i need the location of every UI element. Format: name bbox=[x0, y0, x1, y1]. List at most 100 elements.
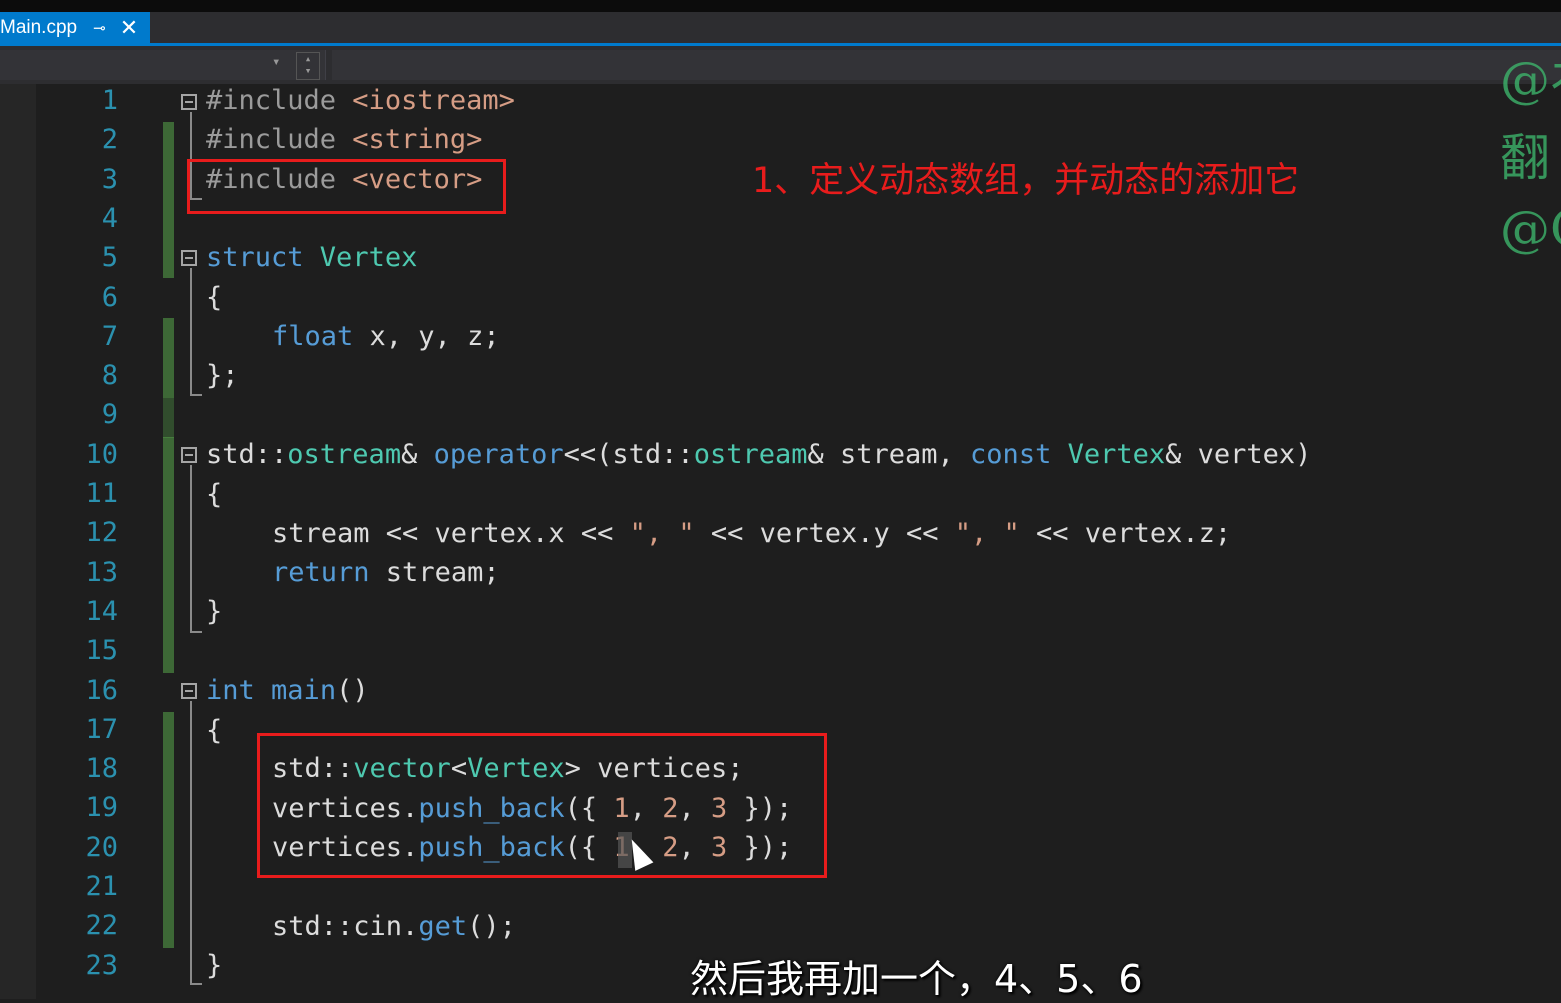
code-line-7[interactable]: float x, y, z; bbox=[272, 322, 500, 352]
video-subtitle: 然后我再加一个，4、5、6 bbox=[690, 957, 1143, 1001]
navigation-bar: ▾ ▴ ▾ bbox=[0, 46, 1561, 84]
param: & vertex) bbox=[1165, 439, 1312, 470]
expr: stream << vertex.x << bbox=[272, 518, 630, 549]
line-number: 22 bbox=[85, 910, 118, 942]
expr: << vertex.z; bbox=[1019, 518, 1232, 549]
highlight-box-include bbox=[187, 159, 506, 214]
line-number: 1 bbox=[101, 85, 118, 116]
code-line-16[interactable]: int main() bbox=[206, 676, 369, 706]
include-path: <string> bbox=[336, 124, 483, 155]
spin-button[interactable]: ▴ ▾ bbox=[296, 52, 320, 80]
code-line-12[interactable]: stream << vertex.x << ", " << vertex.y <… bbox=[272, 519, 1231, 549]
namespace: std:: bbox=[206, 439, 288, 470]
keyword: return bbox=[272, 557, 370, 588]
title-strip bbox=[0, 0, 1561, 12]
code-line-8[interactable]: }; bbox=[206, 361, 239, 391]
namespace: std::cin. bbox=[272, 911, 419, 942]
line-number: 18 bbox=[85, 753, 118, 785]
type-name: Vertex bbox=[303, 242, 418, 273]
punct: () bbox=[336, 675, 369, 706]
code-line-6[interactable]: { bbox=[206, 283, 222, 313]
code-line-2[interactable]: #include <string> bbox=[206, 125, 482, 155]
param: & stream, bbox=[807, 439, 971, 470]
code-line-22[interactable]: std::cin.get(); bbox=[272, 912, 516, 942]
brace: { bbox=[206, 479, 223, 510]
fold-guide bbox=[190, 701, 192, 985]
fold-toggle-icon[interactable] bbox=[181, 683, 197, 699]
line-number: 6 bbox=[101, 281, 118, 313]
brace: } bbox=[206, 950, 223, 981]
string-literal: ", " bbox=[629, 518, 695, 549]
brace: }; bbox=[206, 360, 239, 391]
line-number: 11 bbox=[85, 478, 118, 509]
fold-guide-end bbox=[190, 394, 202, 396]
directive: #include bbox=[206, 124, 337, 155]
type-name: ostream bbox=[287, 439, 402, 470]
highlight-box-vector bbox=[257, 733, 827, 878]
line-number: 2 bbox=[101, 124, 118, 156]
keyword: operator bbox=[433, 439, 564, 470]
margin-gutter bbox=[0, 84, 36, 999]
brace: } bbox=[206, 596, 223, 627]
members: x, y, z; bbox=[353, 321, 500, 352]
type-name: ostream bbox=[693, 439, 808, 470]
expr: << vertex.y << bbox=[694, 518, 955, 549]
line-number: 4 bbox=[101, 202, 118, 234]
line-number: 14 bbox=[85, 595, 118, 627]
line-number: 10 bbox=[85, 438, 118, 470]
fold-guide bbox=[190, 268, 192, 396]
change-marker bbox=[163, 712, 174, 948]
watermark-text: @C bbox=[1500, 200, 1561, 258]
code-line-14[interactable]: } bbox=[206, 597, 222, 627]
punct: (); bbox=[467, 911, 516, 942]
fold-toggle-icon[interactable] bbox=[181, 250, 197, 266]
watermark-text: @衤 bbox=[1500, 51, 1561, 109]
line-number: 9 bbox=[101, 399, 118, 431]
scope-dropdown[interactable]: ▾ ▴ ▾ bbox=[0, 50, 326, 80]
change-marker bbox=[163, 398, 174, 438]
brace: { bbox=[206, 282, 223, 313]
tab-bar: Main.cpp ⊸ ✕ bbox=[0, 12, 1561, 46]
line-number: 16 bbox=[85, 674, 118, 706]
code-line-17[interactable]: { bbox=[206, 716, 222, 746]
pin-icon[interactable]: ⊸ bbox=[93, 19, 106, 37]
code-line-13[interactable]: return stream; bbox=[272, 558, 500, 588]
line-number: 8 bbox=[101, 360, 118, 392]
fold-toggle-icon[interactable] bbox=[181, 94, 197, 110]
method-name: get bbox=[418, 911, 468, 942]
line-number: 7 bbox=[101, 320, 118, 352]
code-line-23[interactable]: } bbox=[206, 951, 222, 981]
change-marker bbox=[163, 122, 174, 278]
include-path: <iostream> bbox=[336, 85, 515, 116]
line-number: 12 bbox=[85, 517, 118, 549]
line-number: 20 bbox=[85, 831, 118, 863]
code-line-5[interactable]: struct Vertex bbox=[206, 243, 417, 273]
watermark-text: 翻 bbox=[1500, 129, 1550, 187]
member-dropdown[interactable] bbox=[332, 50, 1561, 80]
line-number: 17 bbox=[85, 713, 118, 745]
keyword: float bbox=[272, 321, 354, 352]
expr: stream; bbox=[369, 557, 500, 588]
line-number: 21 bbox=[85, 871, 118, 902]
line-number: 13 bbox=[85, 556, 118, 588]
tab-main-cpp[interactable]: Main.cpp ⊸ ✕ bbox=[0, 12, 150, 44]
line-number: 15 bbox=[85, 635, 118, 667]
line-number: 23 bbox=[85, 949, 118, 981]
brace: { bbox=[206, 715, 223, 746]
close-icon[interactable]: ✕ bbox=[120, 15, 138, 41]
code-line-11[interactable]: { bbox=[206, 480, 222, 510]
string-literal: ", " bbox=[954, 518, 1020, 549]
directive: #include bbox=[206, 85, 337, 116]
punct: <<(std:: bbox=[563, 439, 694, 470]
fold-guide-end bbox=[190, 631, 202, 633]
line-number: 3 bbox=[101, 163, 118, 195]
chevron-down-icon[interactable]: ▾ bbox=[272, 54, 280, 70]
fold-guide bbox=[190, 465, 192, 633]
code-line-10[interactable]: std::ostream& operator<<(std::ostream& s… bbox=[206, 440, 1311, 470]
keyword: struct bbox=[206, 242, 304, 273]
line-number: 19 bbox=[85, 792, 118, 824]
code-line-1[interactable]: #include <iostream> bbox=[206, 86, 515, 116]
fold-toggle-icon[interactable] bbox=[181, 447, 197, 463]
